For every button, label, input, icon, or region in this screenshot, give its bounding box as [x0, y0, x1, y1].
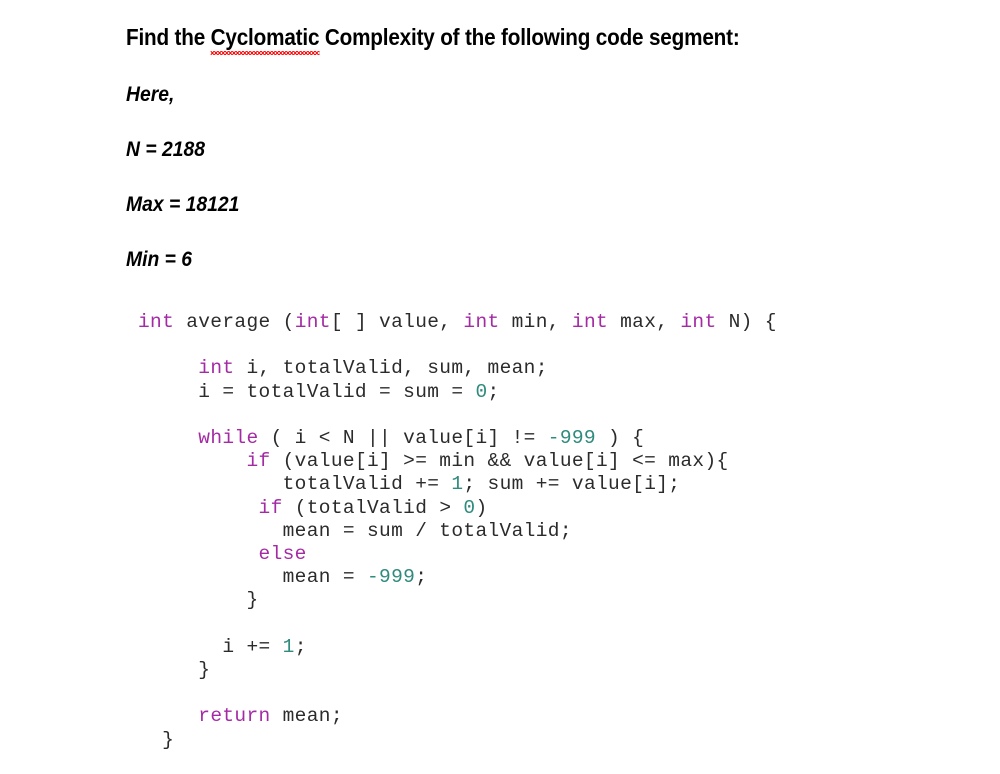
code-listing: int average (int[ ] value, int min, int … [138, 311, 777, 752]
code-token-kw: int [198, 357, 235, 380]
code-line-l15: i += 1; [138, 636, 777, 659]
code-line-l10: mean = sum / totalValid; [138, 520, 777, 543]
code-token-plain: ) { [596, 426, 645, 449]
given-line-max: Max = 18121 [126, 193, 240, 216]
code-line-l07: if (value[i] >= min && value[i] <= max){ [138, 450, 777, 473]
code-token-plain: N) { [716, 311, 777, 333]
page-title: Find the Cyclomatic Complexity of the fo… [126, 24, 740, 55]
code-token-plain: ; [415, 566, 428, 589]
misspelled-word-cyclomatic: Cyclomatic [210, 24, 319, 55]
code-token-plain: ; [294, 635, 307, 658]
code-line-l04: i = totalValid = sum = 0; [138, 381, 777, 404]
given-line-min: Min = 6 [126, 248, 193, 271]
code-token-plain: i += [138, 635, 283, 658]
code-token-plain: (totalValid > [282, 496, 464, 519]
code-token-num: -999 [367, 566, 416, 589]
code-token-num: 1 [451, 473, 464, 496]
code-token-plain: totalValid += [138, 473, 452, 496]
code-token-kw: int [680, 311, 717, 333]
code-line-l03: int i, totalValid, sum, mean; [138, 357, 777, 380]
code-line-l19: } [138, 729, 777, 752]
code-line-l18: return mean; [138, 705, 777, 728]
code-token-kw: int [294, 311, 331, 333]
code-token-plain: ( i < N || value[i] != [258, 426, 548, 449]
code-token-kw: else [258, 543, 307, 565]
code-line-l13: } [138, 589, 777, 612]
code-token-kw: if [258, 496, 283, 519]
code-token-plain: max, [608, 311, 681, 333]
code-token-num: 1 [282, 635, 295, 658]
code-token-plain: } [138, 659, 211, 681]
code-line-l12: mean = -999; [138, 566, 777, 589]
code-token-plain: ) [475, 496, 488, 519]
code-line-l08: totalValid += 1; sum += value[i]; [138, 473, 777, 496]
prompt-text-before: Find the [126, 24, 211, 50]
given-line-here: Here, [126, 83, 175, 106]
code-token-plain: i = totalValid = sum = [138, 380, 476, 403]
code-line-l17 [138, 682, 777, 705]
prompt-text-after: Complexity of the following code segment… [319, 24, 740, 50]
code-token-plain: [ ] value, [330, 311, 464, 333]
slide-canvas: Find the Cyclomatic Complexity of the fo… [0, 0, 1000, 774]
code-token-kw: int [571, 311, 609, 333]
code-token-kw: return [198, 705, 271, 728]
code-token-num: -999 [547, 426, 596, 449]
code-line-l06: while ( i < N || value[i] != -999 ) { [138, 427, 777, 450]
code-token-plain: mean; [270, 705, 343, 728]
code-token-plain: (value[i] >= min && value[i] <= max){ [270, 450, 729, 473]
code-token-plain: min, [499, 311, 572, 333]
code-token-kw: if [246, 450, 271, 473]
code-line-l11: else [138, 543, 777, 566]
code-line-l16: } [138, 659, 777, 682]
code-token-plain: mean = [138, 566, 367, 589]
code-token-plain: ; sum += value[i]; [463, 473, 681, 496]
code-line-l14 [138, 613, 777, 636]
code-token-plain: ; [487, 380, 500, 403]
code-token-plain: i, totalValid, sum, mean; [234, 357, 548, 380]
code-token-plain: } [138, 589, 259, 612]
code-line-l05 [138, 404, 777, 427]
given-line-n: N = 2188 [126, 138, 205, 161]
code-token-kw: int [138, 311, 175, 333]
code-token-plain: mean = sum / totalValid; [138, 519, 572, 542]
code-token-kw: while [198, 426, 259, 449]
code-token-num: 0 [475, 380, 488, 403]
code-token-num: 0 [463, 496, 476, 519]
code-line-l09: if (totalValid > 0) [138, 497, 777, 520]
code-line-l01: int average (int[ ] value, int min, int … [138, 311, 777, 334]
code-token-plain: } [138, 728, 175, 751]
code-line-l02 [138, 334, 777, 357]
given-values-list: Here, N = 2188 Max = 18121 Min = 6 [126, 80, 526, 300]
code-token-plain: average ( [174, 311, 295, 333]
code-token-kw: int [463, 311, 500, 333]
